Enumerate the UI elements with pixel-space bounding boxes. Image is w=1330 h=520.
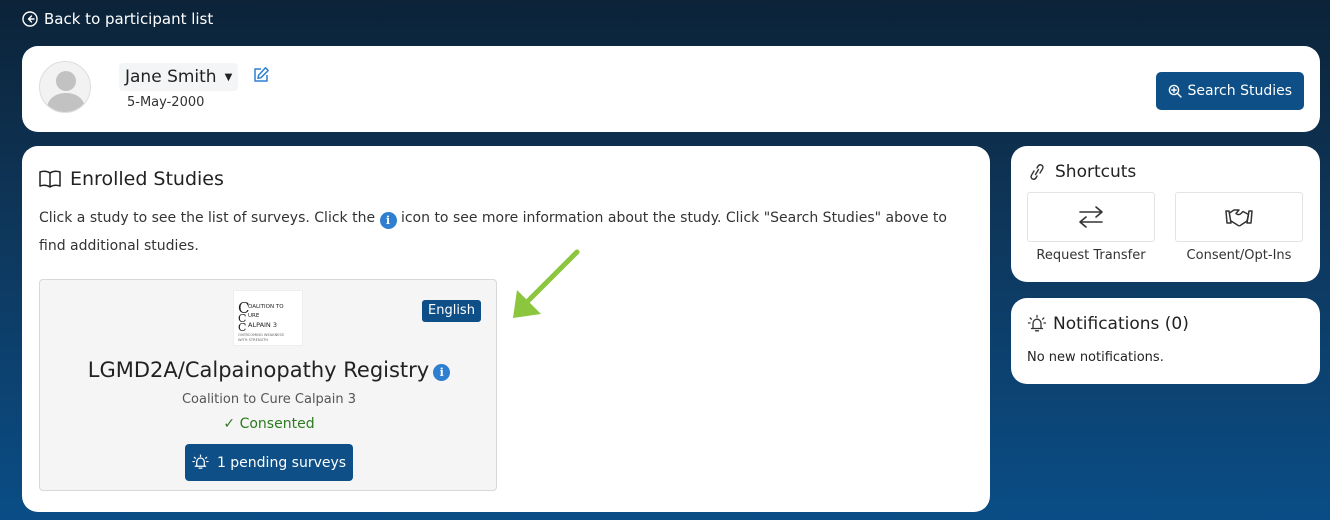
open-book-icon [39, 170, 61, 188]
zoom-in-icon [1168, 84, 1182, 98]
svg-text:ALPAIN 3: ALPAIN 3 [248, 321, 277, 329]
notifications-panel: Notifications (0) No new notifications. [1011, 298, 1320, 384]
instructions-text-start: Click a study to see the list of surveys… [39, 210, 380, 226]
enrolled-studies-instructions: Click a study to see the list of surveys… [39, 204, 969, 260]
annotation-arrow-icon [513, 249, 580, 318]
pending-surveys-button[interactable]: 1 pending surveys [185, 444, 353, 481]
language-badge: English [422, 300, 481, 322]
transfer-arrows-icon [1079, 206, 1103, 228]
study-title: LGMD2A/Calpainopathy Registry i [40, 358, 498, 382]
search-studies-label: Search Studies [1187, 83, 1292, 99]
coalition-logo-graphic: C C C OALITION TO URE ALPAIN 3 OVERCOMIN… [238, 299, 285, 342]
search-studies-button[interactable]: Search Studies [1155, 72, 1304, 110]
chevron-down-icon: ▼ [224, 71, 233, 83]
request-transfer-shortcut[interactable] [1027, 192, 1155, 242]
shortcuts-heading: Shortcuts [1027, 162, 1136, 182]
shortcuts-title: Shortcuts [1055, 162, 1137, 182]
study-logo: C C C OALITION TO URE ALPAIN 3 OVERCOMIN… [233, 290, 303, 346]
svg-text:URE: URE [248, 313, 260, 319]
bell-ringing-icon [1027, 314, 1047, 332]
study-organization: Coalition to Cure Calpain 3 [181, 392, 357, 407]
enrolled-studies-heading: Enrolled Studies [38, 168, 224, 190]
consent-opt-ins-shortcut[interactable] [1175, 192, 1303, 242]
enrolled-studies-title: Enrolled Studies [70, 168, 224, 190]
study-card-lgmd2a[interactable]: C C C OALITION TO URE ALPAIN 3 OVERCOMIN… [39, 279, 497, 491]
study-title-text: LGMD2A/Calpainopathy Registry [87, 358, 430, 382]
edit-pencil-icon[interactable] [252, 66, 270, 84]
avatar [39, 61, 91, 113]
enrolled-studies-panel: Enrolled Studies Click a study to see th… [22, 146, 990, 512]
shortcuts-panel: Shortcuts Request Transfer Consent/Opt-I… [1011, 146, 1320, 282]
notifications-heading: Notifications (0) [1027, 314, 1189, 334]
pending-surveys-label: 1 pending surveys [216, 454, 347, 471]
svg-text:WITH STRENGTH: WITH STRENGTH [238, 338, 268, 342]
back-link-label: Back to participant list [44, 10, 214, 28]
consent-status-label: Consented [239, 416, 315, 432]
bell-ringing-icon [192, 454, 209, 469]
back-to-participant-list-link[interactable]: Back to participant list [22, 10, 213, 28]
no-notifications-text: No new notifications. [1027, 350, 1164, 365]
link-icon [1030, 164, 1044, 180]
study-info-icon[interactable]: i [433, 364, 451, 381]
request-transfer-label: Request Transfer [1036, 248, 1146, 263]
circle-arrow-left-icon [22, 11, 38, 27]
svg-text:OALITION TO: OALITION TO [248, 304, 284, 310]
consent-opt-ins-label: Consent/Opt-Ins [1186, 248, 1292, 263]
info-icon: i [379, 212, 397, 229]
participant-name: Jane Smith [125, 67, 217, 87]
participant-header: Jane Smith ▼ 5-May-2000 Search Studies [22, 46, 1320, 132]
participant-name-select[interactable]: Jane Smith ▼ [119, 63, 239, 91]
notifications-title: Notifications (0) [1053, 314, 1189, 334]
svg-text:OVERCOMING WEAKNESS: OVERCOMING WEAKNESS [238, 333, 285, 337]
consent-status: ✓ Consented [40, 416, 498, 432]
participant-dob: 5-May-2000 [127, 95, 205, 110]
checkmark-icon: ✓ [223, 416, 236, 432]
handshake-icon [1225, 209, 1253, 227]
user-silhouette-icon [46, 71, 86, 112]
